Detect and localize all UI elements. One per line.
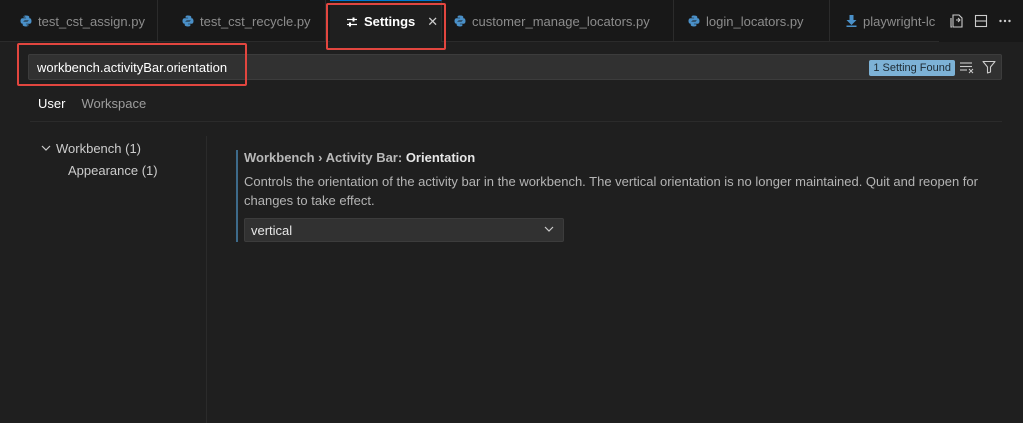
download-arrow-icon [846,15,857,27]
setting-name: Orientation [405,150,476,165]
chevron-down-icon [40,142,56,154]
tab-label: login_locators.py [706,13,804,29]
python-file-icon [454,15,466,27]
settings-sliders-icon [347,17,357,26]
tab-label: Settings [364,14,416,29]
toc-item-label: Appearance (1) [68,162,158,178]
orientation-dropdown[interactable]: vertical [244,218,564,242]
dropdown-value: vertical [251,222,293,238]
toc-item-workbench[interactable]: Workbench (1) [40,138,205,158]
editor-actions [939,0,1023,42]
setting-focus-indicator [236,150,238,242]
clear-filter-icon[interactable] [959,60,975,79]
python-file-icon [20,15,32,27]
scope-divider [30,121,1002,122]
open-settings-json-icon[interactable] [950,14,964,28]
tab-settings[interactable]: Settings ✕ [330,0,442,42]
settings-editor-window: test_cst_assign.py test_cst_recycle.py S… [0,0,1023,423]
tab-test-cst-assign[interactable]: test_cst_assign.py [0,0,158,42]
tab-customer-manage-locators[interactable]: customer_manage_locators.py [442,0,674,42]
tab-label: test_cst_assign.py [38,13,145,29]
tab-label: playwright-lc [863,13,936,29]
chevron-down-icon [543,223,555,238]
settings-toc: Workbench (1) Appearance (1) [40,138,205,182]
toc-divider [206,136,207,423]
setting-title: Workbench › Activity Bar: Orientation [244,150,475,165]
close-icon[interactable]: ✕ [427,14,438,30]
settings-found-badge: 1 Setting Found [869,60,955,76]
setting-description: Controls the orientation of the activity… [244,174,978,208]
settings-search-input[interactable] [29,59,729,75]
split-editor-icon[interactable] [974,14,988,28]
python-file-icon [688,15,700,27]
more-actions-icon[interactable] [998,14,1012,28]
tab-login-locators[interactable]: login_locators.py [674,0,830,42]
toc-item-label: Workbench (1) [56,140,142,156]
tab-user[interactable]: User [30,94,74,122]
tab-label: test_cst_recycle.py [200,13,311,29]
tab-playwright[interactable]: playwright-lc [830,0,940,42]
tab-label: customer_manage_locators.py [472,13,650,29]
filter-icon[interactable] [982,60,996,79]
tab-test-cst-recycle[interactable]: test_cst_recycle.py [158,0,326,42]
settings-scope-tabs: User Workspace [30,94,154,122]
settings-search-box[interactable]: 1 Setting Found [28,54,1002,80]
setting-category: Workbench › Activity Bar: [244,150,406,165]
python-file-icon [182,15,194,27]
toc-item-appearance[interactable]: Appearance (1) [40,160,205,180]
tab-workspace[interactable]: Workspace [73,94,154,122]
editor-tab-bar: test_cst_assign.py test_cst_recycle.py S… [0,0,1023,42]
